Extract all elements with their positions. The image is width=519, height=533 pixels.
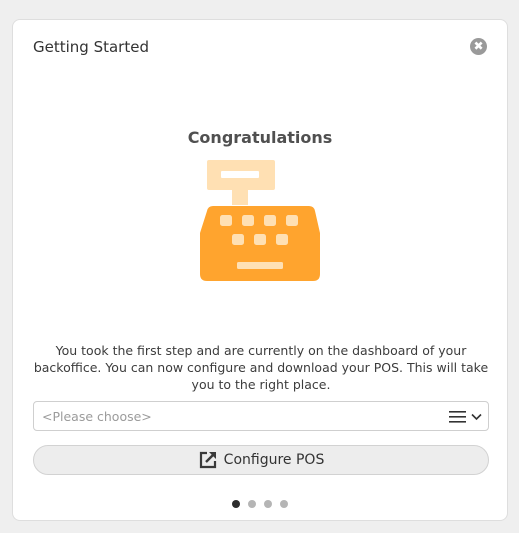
pagination-dot-1[interactable] (232, 500, 240, 508)
congratulations-heading: Congratulations (187, 128, 333, 147)
pos-select[interactable]: <Please choose> (33, 401, 489, 431)
pagination-dot-3[interactable] (264, 500, 272, 508)
select-icons (449, 408, 482, 426)
select-placeholder: <Please choose> (42, 409, 152, 424)
cash-register-icon (200, 160, 320, 281)
dialog-title: Getting Started (33, 38, 149, 56)
getting-started-dialog: Getting Started ✖ Congratulations You to… (12, 19, 508, 521)
chevron-down-icon (471, 413, 482, 421)
page-background: Getting Started ✖ Congratulations You to… (0, 0, 519, 533)
intro-message: You took the first step and are currentl… (33, 343, 489, 392)
pagination-dot-2[interactable] (248, 500, 256, 508)
list-icon (449, 411, 466, 423)
configure-pos-button[interactable]: Configure POS (33, 445, 489, 475)
pagination-dot-4[interactable] (280, 500, 288, 508)
close-icon[interactable]: ✖ (470, 38, 487, 55)
external-link-icon (199, 451, 216, 469)
configure-pos-label: Configure POS (223, 452, 325, 468)
pagination-dots (13, 500, 507, 508)
